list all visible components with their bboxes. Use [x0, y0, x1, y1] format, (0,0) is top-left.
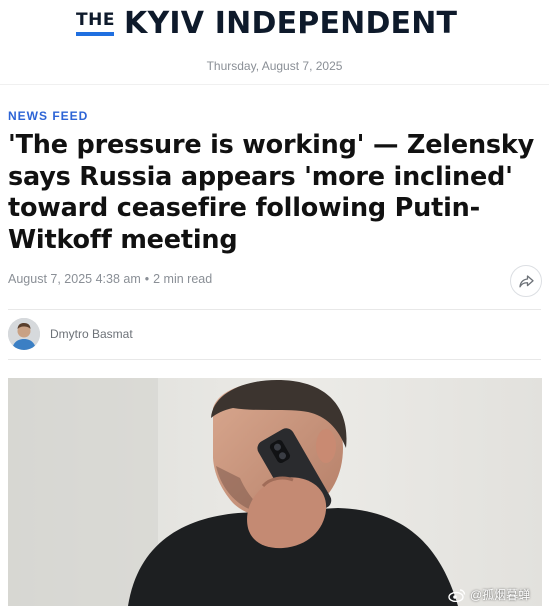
watermark-text: @孤烟暮蝉	[470, 588, 531, 602]
divider	[8, 309, 541, 310]
article-meta: August 7, 2025 4:38 am • 2 min read	[8, 272, 212, 286]
watermark: @孤烟暮蝉	[448, 586, 530, 603]
divider	[8, 359, 541, 360]
category-link[interactable]: NEWS FEED	[8, 109, 88, 123]
author-avatar[interactable]	[8, 318, 40, 350]
divider	[0, 84, 549, 85]
logo-prefix[interactable]: THE	[76, 10, 115, 30]
logo-name[interactable]: KYIV INDEPENDENT	[124, 6, 457, 41]
meta-separator: •	[144, 272, 150, 286]
share-arrow-icon	[518, 274, 534, 287]
masthead: THE KYIV INDEPENDENT	[0, 0, 549, 50]
author-name[interactable]: Dmytro Basmat	[50, 327, 133, 341]
weibo-icon	[448, 588, 466, 602]
hero-image	[8, 378, 542, 606]
share-button[interactable]	[510, 265, 542, 297]
dateline: Thursday, August 7, 2025	[206, 59, 343, 73]
read-time: 2 min read	[153, 272, 213, 286]
logo-underline	[76, 32, 114, 36]
publish-date: August 7, 2025 4:38 am	[8, 272, 141, 286]
article-headline: 'The pressure is working' — Zelensky say…	[8, 130, 535, 255]
zelensky-phone-photo	[8, 378, 542, 606]
avatar-image	[8, 318, 40, 350]
